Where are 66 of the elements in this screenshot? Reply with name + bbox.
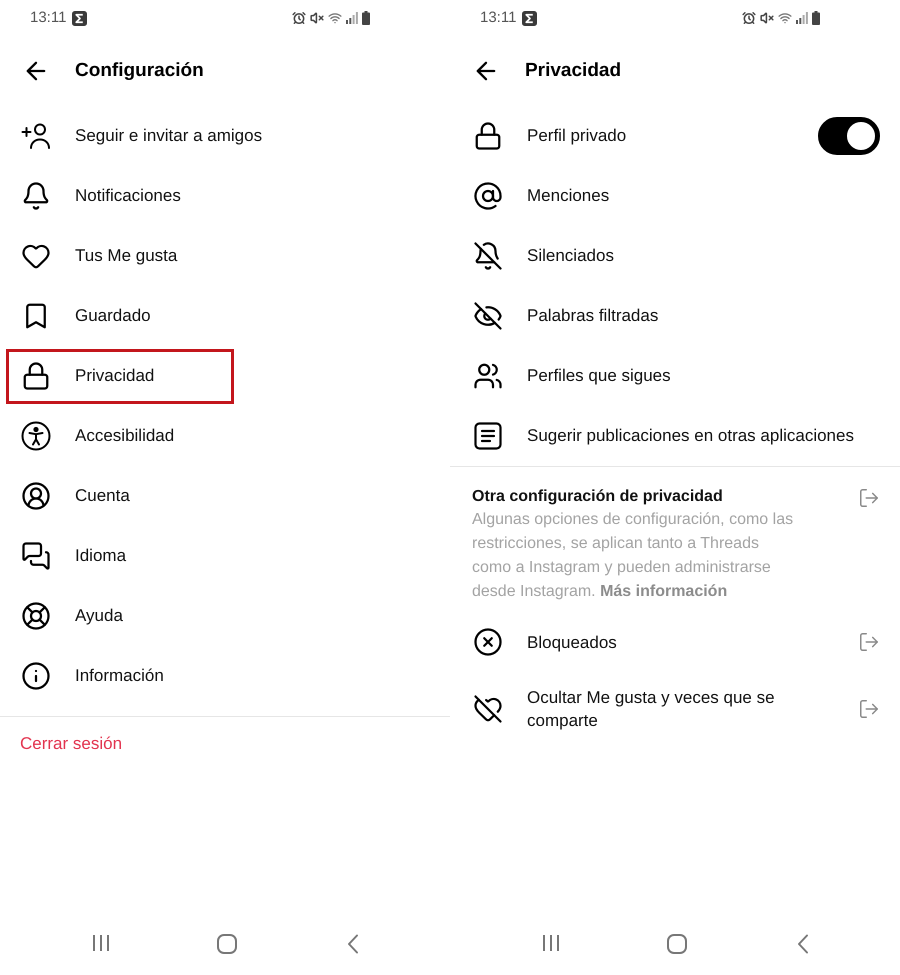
three-lines-icon (542, 934, 560, 952)
rounded-square-icon (217, 934, 237, 954)
chevron-left-icon (347, 934, 359, 954)
muted-speaker-icon (310, 11, 324, 25)
menu-item[interactable]: Cuenta (0, 466, 450, 526)
menu-item[interactable]: Ayuda (0, 586, 450, 646)
menu-item[interactable]: Silenciados (450, 226, 900, 286)
bell-off-icon (473, 241, 503, 271)
document-lines-icon (474, 422, 502, 450)
menu-item[interactable]: Idioma (0, 526, 450, 586)
section-description: Algunas opciones de configuración, como las restricciones, se aplican tanto a Threads como a Instagram y pueden administrarse desde Instagram. Más información (472, 510, 794, 602)
menu-item[interactable]: Ocultar Me gusta y veces que se comparte (450, 672, 900, 746)
menu-item[interactable]: Seguir e invitar a amigos (0, 106, 450, 166)
back-nav-button[interactable] (797, 934, 809, 954)
speech-bubbles-icon (21, 541, 51, 571)
alarm-clock-icon (292, 11, 306, 25)
lock-icon (21, 361, 51, 391)
logout-link[interactable]: Cerrar sesión (20, 731, 122, 756)
menu-item[interactable]: Perfiles que sigues (450, 346, 900, 406)
section-title: Otra configuración de privacidad (472, 487, 724, 507)
toggle-switch[interactable] (818, 117, 880, 155)
menu-item[interactable]: Tus Me gusta (0, 226, 450, 286)
muted-speaker-icon (760, 11, 774, 25)
wifi-icon (328, 11, 342, 25)
home-button[interactable] (667, 934, 687, 954)
signal-icon (796, 12, 808, 24)
menu-item[interactable]: Sugerir publicaciones en otras aplicaciones (450, 406, 900, 466)
menu-item[interactable]: Accesibilidad (0, 406, 450, 466)
menu-item[interactable]: Menciones (450, 166, 900, 226)
battery-icon (812, 11, 820, 25)
chevron-left-icon (797, 934, 809, 954)
sigma-icon (72, 10, 88, 26)
circle-x-icon (473, 627, 503, 657)
lifebuoy-icon (21, 601, 51, 631)
sigma-icon (522, 10, 538, 26)
menu-item[interactable]: Privacidad (0, 346, 450, 406)
lock-icon (473, 121, 503, 151)
user-circle-icon (21, 481, 51, 511)
heart-off-icon (473, 694, 503, 724)
recent-apps-button[interactable] (542, 934, 560, 954)
menu-item[interactable]: Bloqueados (450, 612, 900, 672)
home-button[interactable] (217, 934, 237, 954)
back-nav-button[interactable] (347, 934, 359, 954)
alarm-clock-icon (742, 11, 756, 25)
info-icon (21, 661, 51, 691)
accessibility-icon (21, 421, 51, 451)
signal-icon (346, 12, 358, 24)
three-lines-icon (92, 934, 110, 952)
people-icon (473, 361, 503, 391)
menu-item[interactable]: Información (0, 646, 450, 706)
screen-title: Configuración (75, 58, 204, 83)
battery-icon (362, 11, 370, 25)
menu-item[interactable]: Guardado (0, 286, 450, 346)
bell-icon (21, 181, 51, 211)
at-sign-icon (473, 181, 503, 211)
setting-label: Perfil privado (527, 125, 626, 148)
eye-off-icon (473, 301, 503, 331)
status-time: 13:11 (30, 8, 66, 28)
menu-item[interactable]: Notificaciones (0, 166, 450, 226)
add-person-icon (21, 123, 51, 149)
menu-item[interactable]: Palabras filtradas (450, 286, 900, 346)
wifi-icon (778, 11, 792, 25)
rounded-square-icon (667, 934, 687, 954)
status-time: 13:11 (480, 8, 516, 28)
screen-title: Privacidad (525, 58, 622, 83)
recent-apps-button[interactable] (92, 934, 110, 954)
